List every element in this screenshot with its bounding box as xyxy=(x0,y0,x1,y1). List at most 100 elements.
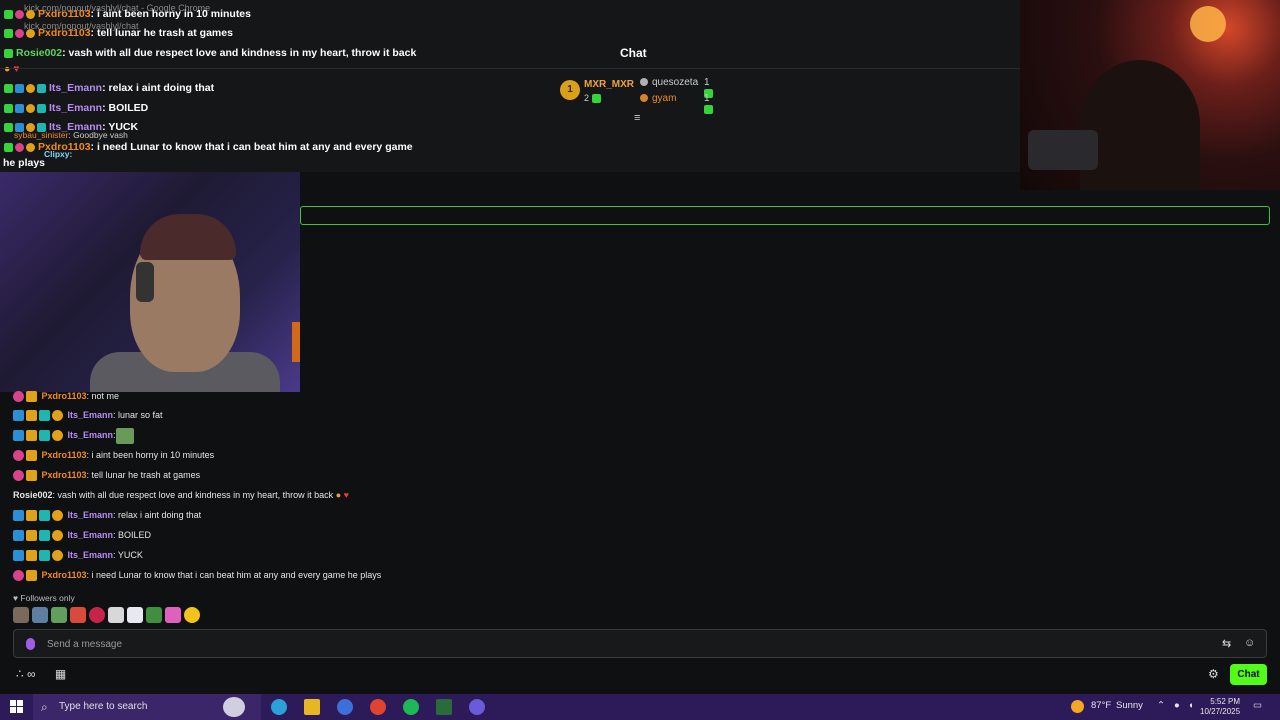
badge-icon xyxy=(26,570,37,582)
username[interactable]: Pxdro1103 xyxy=(42,470,87,480)
badge-icon xyxy=(26,83,35,93)
chat-message: Pxdro1103: i need Lunar to know that i c… xyxy=(13,567,381,583)
badge-icon xyxy=(26,510,37,522)
badge-icon xyxy=(26,28,35,38)
leaderboard-entry: gyam 1 xyxy=(640,93,713,114)
username[interactable]: Its_Emann xyxy=(68,530,114,540)
chat-message: Pxdro1103: i aint been horny in 10 minut… xyxy=(13,447,214,463)
search-placeholder: Type here to search xyxy=(59,701,148,712)
overlay-ghost-message: Clipxy: xyxy=(44,149,72,159)
username[interactable]: Rosie002 xyxy=(13,490,53,500)
badge-icon xyxy=(26,430,37,442)
spotify-icon[interactable] xyxy=(403,699,419,715)
rank-badge-icon xyxy=(640,94,648,103)
username: Clipxy xyxy=(44,149,70,159)
emote-button[interactable] xyxy=(165,607,181,623)
message-text: : tell lunar he trash at games xyxy=(86,470,201,480)
message-text: : i aint been horny in 10 minutes xyxy=(86,450,215,460)
badge-icon xyxy=(26,9,35,19)
emote-button[interactable] xyxy=(51,607,67,623)
windows-logo-tile xyxy=(17,707,23,713)
weather-text[interactable]: Sunny xyxy=(1116,700,1143,711)
microphone-icon[interactable] xyxy=(26,638,35,650)
badge-icon xyxy=(4,142,13,152)
vpn-icon[interactable] xyxy=(337,699,353,715)
overlay-message: Rosie002: vash with all due respect love… xyxy=(4,47,416,59)
store-icon[interactable]: ▦ xyxy=(55,667,66,681)
emote-button[interactable] xyxy=(108,607,124,623)
badge-icon xyxy=(39,530,50,542)
emote-button[interactable] xyxy=(13,607,29,623)
emote-button[interactable] xyxy=(184,607,200,623)
send-message-input[interactable] xyxy=(47,636,1197,652)
message-text: : YUCK xyxy=(113,550,143,560)
emoji-icon[interactable]: ☺ xyxy=(1244,637,1255,649)
file-explorer-icon[interactable] xyxy=(304,699,320,715)
overlay-chat-panel: kick.com/popout/vashlyl/chat - Google Ch… xyxy=(0,0,1020,172)
emote-button[interactable] xyxy=(70,607,86,623)
badge-icon xyxy=(13,410,24,422)
username[interactable]: Its_Emann xyxy=(68,410,114,420)
gift-icon xyxy=(591,94,601,104)
username[interactable]: Its_Emann xyxy=(68,430,114,440)
badge-icon xyxy=(26,142,35,152)
entry-count-value: 1 xyxy=(704,77,710,88)
username: Its_Emann xyxy=(49,102,103,114)
message-text: : relax i aint doing that xyxy=(113,510,202,520)
edge-icon[interactable] xyxy=(271,699,287,715)
overlay-message: Pxdro1103: tell lunar he trash at games xyxy=(4,27,233,39)
rank-badge-icon xyxy=(640,78,648,87)
badge-icon xyxy=(13,391,24,403)
volume-icon[interactable]: ◖ xyxy=(1188,700,1194,711)
chrome-icon[interactable] xyxy=(370,699,386,715)
notification-icon[interactable]: ▭ xyxy=(1253,700,1262,711)
chat-message: Pxdro1103: not me xyxy=(13,388,119,404)
username: Its_Emann xyxy=(49,82,103,94)
username[interactable]: Pxdro1103 xyxy=(42,391,87,401)
username: Rosie002 xyxy=(16,47,63,59)
taskbar-search[interactable]: ⌕ Type here to search xyxy=(33,694,261,720)
chevron-up-icon[interactable]: ⌃ xyxy=(1157,700,1165,711)
username[interactable]: Its_Emann xyxy=(68,510,114,520)
overlay-input-bar[interactable] xyxy=(300,206,1270,225)
username[interactable]: Its_Emann xyxy=(68,550,114,560)
badge-icon xyxy=(26,470,37,482)
person xyxy=(1080,60,1200,190)
excel-icon[interactable] xyxy=(436,699,452,715)
message-text: : vash with all due respect love and kin… xyxy=(52,490,334,500)
username[interactable]: Pxdro1103 xyxy=(42,450,87,460)
badge-icon xyxy=(4,103,13,113)
badge-icon xyxy=(37,103,46,113)
emote-button[interactable] xyxy=(127,607,143,623)
weather-temp[interactable]: 87°F xyxy=(1091,700,1111,711)
windows-logo-tile xyxy=(10,707,16,713)
username: Pxdro1103 xyxy=(38,8,91,20)
emote-button[interactable] xyxy=(32,607,48,623)
microphone-tray-icon[interactable]: ● xyxy=(1174,700,1180,711)
rank-medal-icon: 1 xyxy=(560,80,580,100)
translate-icon[interactable]: ⇆ xyxy=(1222,637,1231,650)
overlay-message: Pxdro1103: i aint been horny in 10 minut… xyxy=(4,8,251,20)
windows-start-icon[interactable] xyxy=(10,700,23,713)
filter-icon[interactable]: ≡ xyxy=(634,112,640,124)
badge-icon xyxy=(13,470,24,482)
chat-message: Its_Emann: xyxy=(13,427,134,444)
emote-button[interactable] xyxy=(89,607,105,623)
chat-message: Its_Emann: lunar so fat xyxy=(13,407,163,423)
emote-button[interactable] xyxy=(146,607,162,623)
username[interactable]: Pxdro1103 xyxy=(42,570,87,580)
badge-icon xyxy=(37,83,46,93)
chat-tools: ∴ ∞ ▦ xyxy=(16,667,82,681)
taskbar-clock[interactable]: 5:52 PM 10/27/2025 xyxy=(1200,697,1240,717)
gift-leaderboard: 1 MXR_MXR 2 quesozeta 1 gyam 1 xyxy=(560,76,730,114)
chat-send-button[interactable]: Chat xyxy=(1230,664,1267,685)
gear-icon[interactable]: ⚙ xyxy=(1208,667,1219,681)
badge-icon xyxy=(4,48,13,58)
discord-icon[interactable] xyxy=(469,699,485,715)
message-text: : BOILED xyxy=(113,530,152,540)
badge-icon xyxy=(26,450,37,462)
badge-icon xyxy=(13,510,24,522)
streamer-webcam-right xyxy=(1020,0,1280,190)
points-icon[interactable]: ∴ ∞ xyxy=(16,667,36,681)
message-text: : BOILED xyxy=(102,102,149,114)
